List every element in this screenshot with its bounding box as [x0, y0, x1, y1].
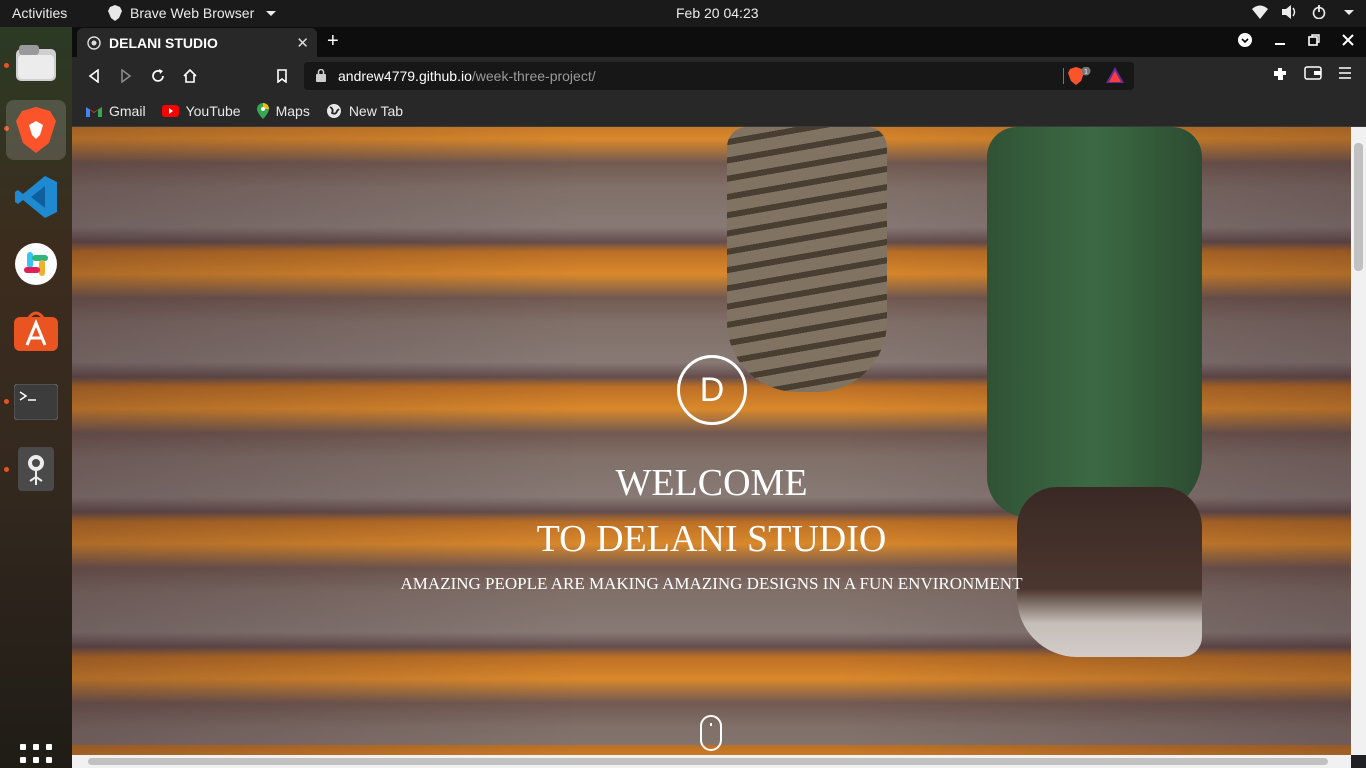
maps-icon: [256, 102, 269, 119]
close-tab-icon[interactable]: ✕: [296, 34, 309, 52]
window-controls: [1238, 33, 1354, 47]
tab-strip: DELANI STUDIO ✕ +: [72, 27, 1366, 57]
vscode-icon: [15, 176, 57, 218]
power-icon: [1312, 5, 1326, 19]
vertical-scroll-thumb[interactable]: [1354, 143, 1363, 271]
map-pin-icon: [18, 447, 54, 491]
globe-icon: [326, 103, 341, 118]
scroll-down-mouse-icon[interactable]: [700, 715, 722, 751]
navigation-bar: andrew4779.github.io/week-three-project/…: [72, 57, 1366, 95]
toolbar-right: [1272, 66, 1352, 82]
back-button[interactable]: [84, 66, 104, 86]
tab-delani-studio[interactable]: DELANI STUDIO ✕: [77, 28, 317, 57]
show-applications-icon[interactable]: [20, 744, 52, 768]
rewards-triangle-icon: [1106, 67, 1124, 83]
brave-icon: [16, 107, 56, 153]
wifi-icon: [1252, 5, 1268, 19]
volume-icon: [1282, 5, 1296, 19]
bookmark-button[interactable]: [272, 66, 292, 86]
clock[interactable]: Feb 20 04:23: [676, 5, 759, 21]
chevron-down-icon: [266, 10, 277, 16]
brave-small-icon: [108, 5, 122, 21]
home-icon: [183, 69, 197, 83]
bookmark-maps[interactable]: Maps: [256, 102, 310, 119]
bookmark-label: Maps: [275, 102, 310, 119]
app-menu-label: Brave Web Browser: [130, 5, 255, 21]
favicon-icon: [87, 35, 101, 50]
gmail-icon: [86, 106, 102, 117]
dock-vscode[interactable]: [6, 167, 66, 227]
reload-icon: [152, 69, 164, 82]
tab-search-icon[interactable]: [1238, 33, 1252, 47]
activities-button[interactable]: Activities: [12, 5, 67, 21]
dock-slack[interactable]: [6, 234, 66, 294]
brave-shield-icon: 1: [1068, 66, 1091, 85]
brave-shields-button[interactable]: 1: [1068, 66, 1092, 88]
forward-icon: [121, 69, 132, 83]
files-icon: [16, 45, 56, 81]
app-menu[interactable]: Brave Web Browser: [108, 5, 277, 21]
divider: [1063, 68, 1064, 84]
address-bar[interactable]: andrew4779.github.io/week-three-project/…: [304, 62, 1134, 90]
bookmark-youtube[interactable]: YouTube: [161, 102, 241, 119]
wallet-icon[interactable]: [1304, 66, 1322, 80]
dock-app[interactable]: [6, 439, 66, 499]
url-host: andrew4779.github.io: [338, 68, 472, 84]
hero-tagline: AMAZING PEOPLE ARE MAKING AMAZING DESIGN…: [400, 574, 1023, 593]
system-tray[interactable]: [1252, 5, 1354, 19]
chevron-down-icon: [1344, 9, 1354, 15]
hero-heading-line-1: WELCOME: [615, 462, 808, 504]
horizontal-scrollbar[interactable]: [72, 755, 1351, 768]
terminal-icon: [14, 384, 58, 420]
close-window-icon[interactable]: [1342, 34, 1354, 46]
browser-window: DELANI STUDIO ✕ + andrew4779.github.io /…: [72, 27, 1366, 768]
youtube-icon: [161, 104, 179, 117]
bookmarks-bar: Gmail YouTube Maps New Tab: [72, 95, 1366, 127]
url-path: /week-three-project/: [471, 68, 596, 84]
menu-icon[interactable]: [1338, 66, 1352, 80]
reload-button[interactable]: [148, 66, 168, 86]
dock-brave[interactable]: [6, 100, 66, 160]
bookmark-label: Gmail: [109, 102, 146, 119]
bookmark-icon: [277, 69, 287, 83]
hero-overlay: [72, 127, 1351, 755]
dock-files[interactable]: [6, 33, 66, 93]
bookmark-new-tab[interactable]: New Tab: [326, 103, 403, 119]
lock-icon[interactable]: [316, 69, 326, 82]
dock-software[interactable]: [6, 301, 66, 361]
bookmark-gmail[interactable]: Gmail: [86, 103, 146, 119]
vertical-scrollbar[interactable]: [1351, 127, 1366, 755]
bookmark-label: New Tab: [348, 102, 404, 119]
forward-button[interactable]: [116, 66, 136, 86]
hero-heading-line-2: TO DELANI STUDIO: [536, 518, 887, 560]
system-top-bar: Activities Brave Web Browser Feb 20 04:2…: [0, 0, 1366, 27]
home-button[interactable]: [180, 66, 200, 86]
tab-title: DELANI STUDIO: [109, 34, 218, 51]
dock-terminal[interactable]: [6, 372, 66, 432]
extensions-icon[interactable]: [1272, 66, 1288, 82]
brave-rewards-button[interactable]: [1106, 67, 1124, 86]
back-icon: [88, 69, 99, 83]
site-logo[interactable]: D: [677, 355, 747, 425]
minimize-icon[interactable]: [1274, 34, 1286, 46]
ubuntu-dock: [0, 27, 72, 768]
shield-count-badge: 1: [1084, 69, 1088, 76]
software-center-icon: [14, 311, 58, 351]
slack-icon: [15, 243, 57, 285]
horizontal-scroll-thumb[interactable]: [88, 758, 1328, 765]
page-viewport[interactable]: D WELCOME TO DELANI STUDIO AMAZING PEOPL…: [72, 127, 1351, 755]
maximize-icon[interactable]: [1308, 34, 1320, 46]
new-tab-button[interactable]: +: [327, 30, 339, 53]
bookmark-label: YouTube: [185, 102, 241, 119]
